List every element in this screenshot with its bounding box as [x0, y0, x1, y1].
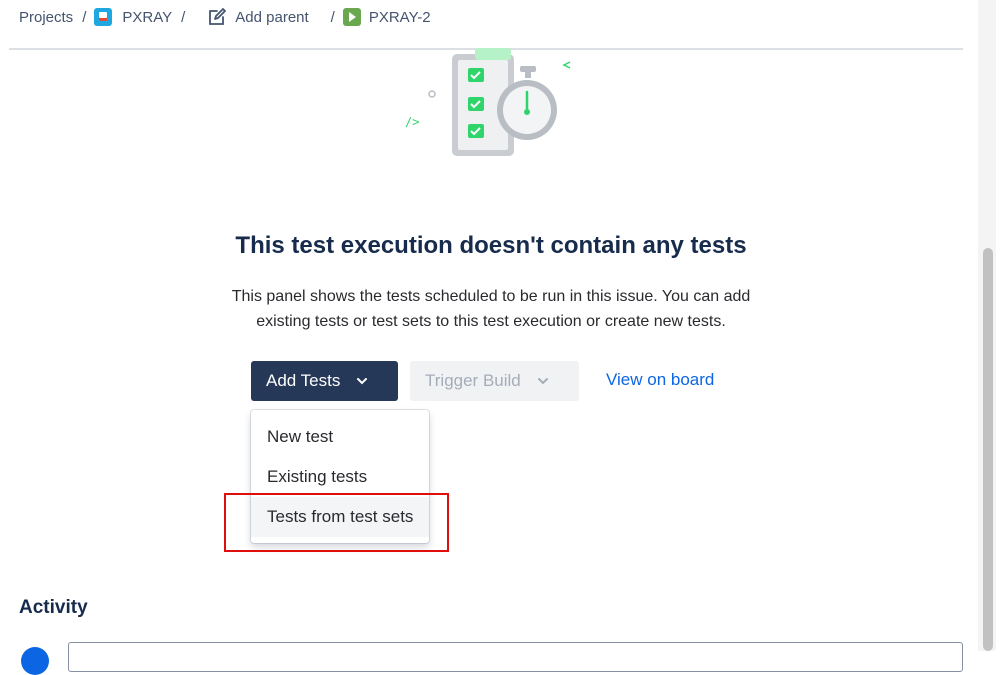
- trigger-build-button[interactable]: Trigger Build: [410, 361, 579, 401]
- empty-state-description: This panel shows the tests scheduled to …: [200, 284, 782, 334]
- scrollbar-thumb[interactable]: [983, 248, 993, 651]
- description-line-1: This panel shows the tests scheduled to …: [231, 288, 751, 305]
- breadcrumb-separator: /: [82, 8, 87, 26]
- menu-item-existing-tests[interactable]: Existing tests: [251, 457, 429, 497]
- description-line-2: existing tests or test sets to this test…: [256, 313, 726, 330]
- edit-icon: [209, 8, 227, 25]
- breadcrumb-separator: /: [181, 8, 186, 26]
- svg-text:/>: />: [405, 115, 419, 129]
- user-avatar: [21, 647, 49, 675]
- chevron-down-icon: [537, 378, 548, 385]
- breadcrumb-project-label: PXRAY: [122, 8, 173, 26]
- breadcrumb-issue-key: PXRAY-2: [368, 8, 431, 26]
- breadcrumb: Projects / PXRAY / Add parent / PXRAY-2: [19, 0, 431, 34]
- project-avatar-icon: [94, 8, 113, 26]
- highlight-annotation-box: [224, 493, 449, 552]
- breadcrumb-projects-link[interactable]: Projects: [19, 9, 73, 26]
- add-tests-button[interactable]: Add Tests: [251, 361, 398, 401]
- test-execution-empty-illustration: />: [405, 48, 571, 156]
- add-parent-button[interactable]: Add parent: [207, 7, 309, 27]
- view-on-board-link[interactable]: View on board: [606, 370, 714, 390]
- breadcrumb-project-link[interactable]: PXRAY: [94, 8, 172, 26]
- menu-item-new-test[interactable]: New test: [251, 417, 429, 457]
- add-tests-label: Add Tests: [266, 371, 341, 390]
- test-execution-icon: [342, 8, 361, 26]
- activity-heading: Activity: [19, 597, 88, 618]
- add-parent-label: Add parent: [235, 8, 309, 26]
- empty-state-title: This test execution doesn't contain any …: [235, 232, 747, 259]
- breadcrumb-separator: /: [330, 8, 335, 26]
- comment-input[interactable]: [68, 642, 963, 672]
- chevron-down-icon: [357, 378, 368, 385]
- trigger-build-label: Trigger Build: [425, 371, 521, 390]
- breadcrumb-issue-link[interactable]: PXRAY-2: [342, 8, 431, 26]
